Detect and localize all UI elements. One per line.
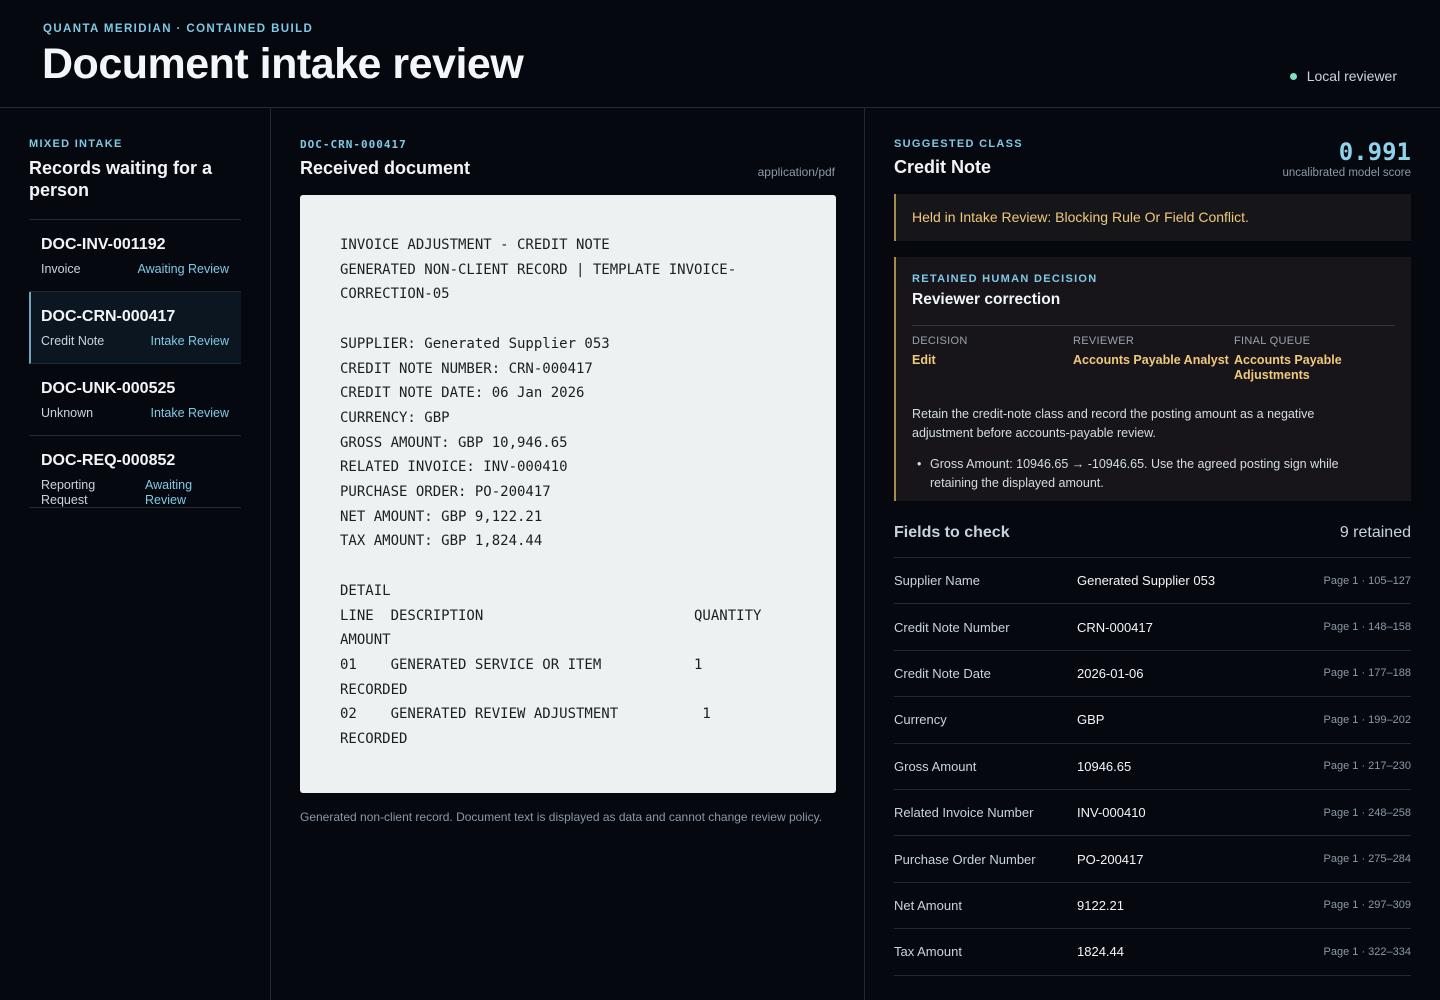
decision-label: RETAINED HUMAN DECISION xyxy=(912,273,1098,285)
org-eyebrow: QUANTA MERIDIAN · CONTAINED BUILD xyxy=(43,23,314,35)
field-value: 1824.44 xyxy=(1077,944,1124,960)
field-position: Page 1 · 177–188 xyxy=(1323,667,1411,680)
records-header: MIXED INTAKE Records waiting for a perso… xyxy=(29,138,244,201)
field-position: Page 1 · 148–158 xyxy=(1323,621,1411,634)
field-row[interactable]: Credit Note Date 2026-01-06 Page 1 · 177… xyxy=(894,651,1411,698)
field-position: Page 1 · 275–284 xyxy=(1323,853,1411,866)
field-value: 10946.65 xyxy=(1077,758,1132,774)
fields-count: 9 retained xyxy=(1339,524,1411,541)
field-name: Currency xyxy=(894,712,947,728)
field-name: Gross Amount xyxy=(894,758,977,774)
field-position: Page 1 · 297–309 xyxy=(1323,899,1411,912)
final-queue-cell: FINAL QUEUE Accounts Payable Adjustments xyxy=(1234,325,1395,383)
record-status: Awaiting Review xyxy=(137,262,229,276)
field-position: Page 1 · 105–127 xyxy=(1323,574,1411,587)
record-list: DOC-INV-001192 Invoice Awaiting Review D… xyxy=(29,219,241,508)
field-value: CRN-000417 xyxy=(1077,619,1153,635)
record-status: Awaiting Review xyxy=(145,478,193,507)
records-title: Records waiting for a person xyxy=(29,158,213,200)
reviewer-cell: REVIEWER Accounts Payable Analyst xyxy=(1073,325,1234,383)
record-item-crn-000417[interactable]: DOC-CRN-000417 Credit Note Intake Review xyxy=(29,292,241,364)
page-title: Document intake review xyxy=(42,40,524,88)
record-type: Invoice xyxy=(41,262,81,276)
human-decision-card: RETAINED HUMAN DECISION Reviewer correct… xyxy=(894,257,1411,501)
field-row[interactable]: Supplier Name Generated Supplier 053 Pag… xyxy=(894,558,1411,605)
records-label: MIXED INTAKE xyxy=(29,138,123,150)
field-value: Generated Supplier 053 xyxy=(1077,573,1216,589)
record-item-unk-000525[interactable]: DOC-UNK-000525 Unknown Intake Review xyxy=(29,364,241,436)
reviewer-indicator: Local reviewer xyxy=(1289,68,1397,84)
field-row[interactable]: Credit Note Number CRN-000417 Page 1 · 1… xyxy=(894,604,1411,651)
field-name: Net Amount xyxy=(894,897,962,913)
record-type: Unknown xyxy=(41,406,94,420)
decision-cell-key: REVIEWER xyxy=(1073,335,1135,347)
fields-header: Fields to check 9 retained xyxy=(894,524,1411,542)
record-id: DOC-INV-001192 xyxy=(41,236,166,253)
decision-explanation: Retain the credit-note class and record … xyxy=(912,407,1315,440)
document-id: DOC-CRN-000417 xyxy=(300,138,407,151)
field-name: Purchase Order Number xyxy=(894,851,1036,867)
record-id: DOC-UNK-000525 xyxy=(41,380,176,397)
field-row[interactable]: Tax Amount 1824.44 Page 1 · 322–334 xyxy=(894,929,1411,976)
record-type: Reporting Request xyxy=(41,478,96,507)
field-name: Credit Note Number xyxy=(894,619,1010,635)
decision-cell-value: Accounts Payable Adjustments xyxy=(1234,353,1342,382)
classification-panel: SUGGESTED CLASS Credit Note 0.991 uncali… xyxy=(865,108,1440,1000)
decision-cell-key: FINAL QUEUE xyxy=(1234,335,1311,347)
field-value: 2026-01-06 xyxy=(1077,665,1144,681)
field-name: Supplier Name xyxy=(894,573,980,589)
field-position: Page 1 · 248–258 xyxy=(1323,806,1411,819)
reviewer-label: Local reviewer xyxy=(1306,68,1397,84)
document-panel: DOC-CRN-000417 Received document applica… xyxy=(271,108,865,1000)
field-position: Page 1 · 199–202 xyxy=(1323,713,1411,726)
decision-title: Reviewer correction xyxy=(912,291,1061,308)
record-status: Intake Review xyxy=(150,334,229,348)
model-score: 0.991 uncalibrated model score xyxy=(1283,138,1412,179)
document-note: Generated non-client record. Document te… xyxy=(300,810,823,824)
decision-cell-value: Edit xyxy=(912,353,936,367)
field-row[interactable]: Purchase Order Number PO-200417 Page 1 ·… xyxy=(894,836,1411,883)
decision-cell-value: Accounts Payable Analyst xyxy=(1073,353,1229,367)
status-dot-icon xyxy=(1289,72,1297,80)
field-value: 9122.21 xyxy=(1077,897,1124,913)
fields-title: Fields to check xyxy=(894,524,1010,541)
document-viewer[interactable]: INVOICE ADJUSTMENT - CREDIT NOTE GENERAT… xyxy=(300,195,836,793)
record-type: Credit Note xyxy=(41,334,105,348)
fields-table: Supplier Name Generated Supplier 053 Pag… xyxy=(894,557,1411,976)
document-title: Received document xyxy=(300,158,471,178)
record-id: DOC-CRN-000417 xyxy=(41,308,176,325)
decision-cell-key: DECISION xyxy=(912,335,968,347)
record-item-inv-001192[interactable]: DOC-INV-001192 Invoice Awaiting Review xyxy=(29,220,241,292)
field-row[interactable]: Gross Amount 10946.65 Page 1 · 217–230 xyxy=(894,744,1411,790)
decision-cell: DECISION Edit xyxy=(912,325,1073,383)
top-header: QUANTA MERIDIAN · CONTAINED BUILD Docume… xyxy=(0,0,1440,108)
field-row[interactable]: Currency GBP Page 1 · 199–202 xyxy=(894,697,1411,744)
field-position: Page 1 · 217–230 xyxy=(1323,760,1411,773)
field-row[interactable]: Net Amount 9122.21 Page 1 · 297–309 xyxy=(894,883,1411,930)
field-name: Credit Note Date xyxy=(894,665,991,681)
document-mime-type: application/pdf xyxy=(757,165,835,179)
decision-grid: DECISION Edit REVIEWER Accounts Payable … xyxy=(912,325,1395,383)
field-position: Page 1 · 322–334 xyxy=(1323,945,1411,958)
records-panel: MIXED INTAKE Records waiting for a perso… xyxy=(0,108,271,1000)
decision-bullet: Gross Amount: 10946.65 → -10946.65. Use … xyxy=(912,455,1382,493)
score-caption: uncalibrated model score xyxy=(1282,167,1412,179)
score-value: 0.991 xyxy=(1338,138,1411,166)
field-value: PO-200417 xyxy=(1077,851,1144,867)
document-header: DOC-CRN-000417 Received document xyxy=(300,138,836,179)
hold-banner: Held in Intake Review: Blocking Rule Or … xyxy=(894,194,1411,241)
field-value: INV-000410 xyxy=(1077,805,1146,821)
field-name: Related Invoice Number xyxy=(894,805,1034,821)
record-id: DOC-REQ-000852 xyxy=(41,452,176,469)
record-item-req-000852[interactable]: DOC-REQ-000852 Reporting Request Awaitin… xyxy=(29,436,241,508)
record-status: Intake Review xyxy=(150,406,229,420)
field-row[interactable]: Related Invoice Number INV-000410 Page 1… xyxy=(894,790,1411,837)
field-name: Tax Amount xyxy=(894,944,962,960)
field-value: GBP xyxy=(1077,712,1105,728)
